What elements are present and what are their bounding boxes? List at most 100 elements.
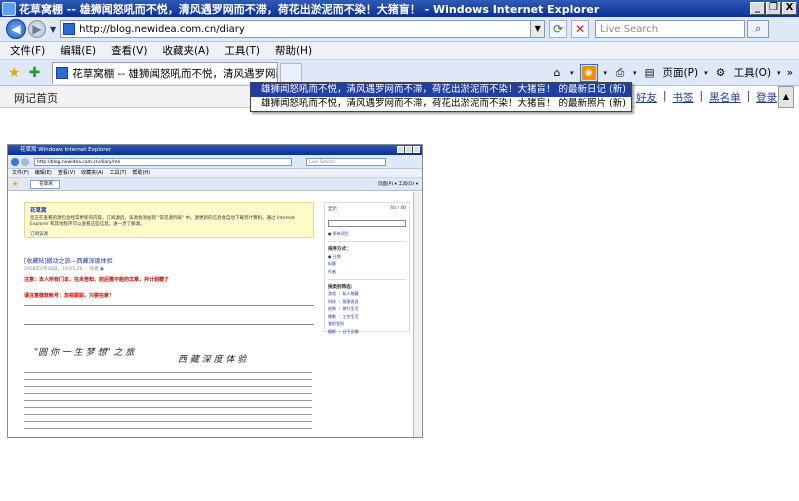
mini-address-toolbar: http://blog.newidea.com.cn/diary/me Live…	[8, 155, 422, 169]
mini-scrollbar	[413, 192, 421, 437]
address-dropdown-icon[interactable]: ▼	[530, 21, 545, 37]
mini-category-item: 游戏 ｜ 私人物藏	[328, 291, 359, 296]
new-tab-button[interactable]	[280, 62, 303, 83]
mini-category-item: 摄影 ｜ 日子文摘	[328, 328, 359, 334]
maximize-button[interactable]: ❐	[766, 2, 781, 15]
search-placeholder: Live Search	[600, 23, 659, 35]
mini-sort-option: ● 日期	[328, 253, 341, 259]
feed-preview-screenshot: 花草窝 Windows Internet Explorer http://blo…	[7, 144, 423, 438]
feed-item-diary[interactable]: 雄狮闻怒吼而不悦，清风遇罗网而不滞，荷花出淤泥而不染！大猪盲！ 的最新日记 (新…	[251, 83, 631, 97]
mini-article-heading: "圆 你 一 生 梦 想" 之 旅	[34, 348, 135, 358]
minimize-button[interactable]: _	[750, 2, 765, 15]
mini-text-line	[24, 427, 312, 429]
mini-feed-info-box: 花草窝 您正在查看的源包含经常更新的内容。订阅源后，该源会添加到 "常见源列表"…	[24, 202, 314, 238]
mini-text-line	[24, 392, 312, 394]
address-input[interactable]: http://blog.newidea.com.cn/diary ▼	[60, 20, 546, 38]
mini-subscribe-link: 订阅该源	[30, 232, 48, 237]
menu-edit[interactable]: 编辑(E)	[60, 43, 96, 58]
mini-notice-red: 注意：本人所有门本，在未告知，前后需不能的文章，并计划赠了	[24, 277, 170, 283]
mini-feed-description: 您正在查看的源包含经常更新的内容。订阅源后，该源会添加到 "常见源列表" 中。源…	[30, 216, 295, 227]
mini-menu-item: 文件(F)	[12, 170, 29, 176]
add-favorite-icon[interactable]: ✚	[29, 65, 41, 81]
mini-search-box: Live Search	[306, 157, 386, 166]
mini-feed-sidebar: 40 / 40 显示 ● 所有项目 排序方式： ● 日期 标题 作者 按类别筛选…	[324, 202, 410, 334]
home-icon[interactable]: ⌂	[550, 66, 564, 80]
mini-close-button	[413, 146, 420, 153]
tools-menu-button[interactable]: 工具(O)	[734, 65, 771, 80]
more-chevron-icon[interactable]: »	[787, 67, 793, 79]
menu-view[interactable]: 查看(V)	[111, 43, 147, 58]
mini-category-item: 科技 ｜ 随便说说	[328, 298, 359, 304]
menu-favorites[interactable]: 收藏夹(A)	[162, 43, 209, 58]
mini-all-items: ● 所有项目	[328, 231, 349, 236]
login-link[interactable]: 登录	[756, 90, 777, 105]
mini-menu-item: 工具(T)	[109, 170, 127, 176]
mini-category-item: 我的室所	[328, 321, 344, 326]
mini-divider	[24, 324, 314, 325]
tab-active[interactable]: 花草窝棚 -- 雄狮闻怒吼而不悦，清风遇罗网而不...	[52, 61, 279, 84]
mini-text-line	[24, 371, 312, 373]
feeds-dropdown-menu: 雄狮闻怒吼而不悦，清风遇罗网而不滞，荷花出淤泥而不染！大猪盲！ 的最新日记 (新…	[250, 82, 632, 112]
command-bar: ⌂ ▾ ◉ ▾ ⎙ ▾ ▤ 页面(P) ▾ ⚙ 工具(O) ▾ »	[550, 63, 793, 82]
scroll-up-button[interactable]: ▲	[778, 86, 794, 108]
mini-text-line	[24, 385, 312, 387]
stop-button[interactable]: ✕	[571, 20, 590, 38]
mini-minimize-button	[397, 146, 404, 153]
window-title: 花草窝棚 -- 雄狮闻怒吼而不悦，清风遇罗网而不滞，荷花出淤泥而不染！大猪盲！ …	[19, 2, 600, 16]
mini-text-line	[24, 420, 312, 422]
address-url[interactable]: http://blog.newidea.com.cn/diary	[79, 24, 530, 35]
ie-logo-icon	[2, 1, 16, 16]
mini-sort-option: 标题	[328, 261, 336, 266]
mini-command-bar: 页面(P) ▾ 工具(O) ▾	[377, 182, 418, 187]
mini-window-title: 花草窝 Windows Internet Explorer	[20, 147, 112, 153]
link-separator: |	[663, 90, 667, 102]
rss-icon: ◉	[581, 65, 596, 80]
home-dropdown-icon[interactable]: ▾	[570, 69, 574, 77]
print-dropdown-icon[interactable]: ▾	[633, 69, 637, 77]
favorites-star-icon[interactable]: ★	[8, 65, 21, 81]
mini-article-subheading: 西 藏 深 度 体 验	[178, 355, 247, 365]
mini-notice-red: 请注意微软帐号：忽视跟踪，只要在家！	[24, 293, 115, 299]
mini-menu-item: 帮助(H)	[132, 170, 151, 176]
mini-category-item: 经典 ｜ 旅行生活	[328, 306, 359, 311]
mini-filter-input	[328, 220, 406, 227]
address-toolbar: ◀ ▶ ▼ http://blog.newidea.com.cn/diary ▼…	[0, 17, 799, 42]
page-dropdown-icon[interactable]: ▾	[704, 69, 708, 77]
refresh-button[interactable]: ⟳	[549, 20, 568, 38]
tools-dropdown-icon[interactable]: ▾	[777, 69, 781, 77]
mini-forward-icon	[21, 157, 29, 166]
mini-divider	[24, 305, 314, 306]
tab-label: 花草窝棚 -- 雄狮闻怒吼而不悦，清风遇罗网而不...	[72, 67, 277, 80]
mini-text-line	[24, 413, 312, 415]
mini-feed-title: 花草窝	[30, 208, 47, 214]
forward-button[interactable]: ▶	[28, 20, 46, 38]
mini-sort-heading: 排序方式：	[328, 247, 351, 252]
mini-tab-bar: ★ 花草窝 页面(P) ▾ 工具(O) ▾	[8, 178, 422, 191]
mini-menu-item: 查看(V)	[57, 170, 76, 176]
menu-bar: 文件(F) 编辑(E) 查看(V) 收藏夹(A) 工具(T) 帮助(H)	[0, 42, 799, 60]
mini-article-text	[24, 366, 312, 429]
mini-text-line	[24, 406, 312, 408]
page-menu-button[interactable]: 页面(P)	[663, 65, 699, 80]
menu-help[interactable]: 帮助(H)	[275, 43, 312, 58]
mini-sidebar-divider	[328, 241, 406, 242]
history-dropdown-icon[interactable]: ▼	[50, 25, 56, 34]
site-home-link[interactable]: 网记首页	[14, 90, 58, 106]
mini-tab: 花草窝	[30, 179, 61, 189]
feeds-dropdown-icon[interactable]: ▾	[604, 69, 608, 77]
close-button[interactable]: X	[782, 2, 797, 15]
friends-link[interactable]: 好友	[636, 90, 657, 105]
blacklist-link[interactable]: 黑名单	[709, 90, 741, 105]
search-icon[interactable]: ⌕	[747, 20, 770, 38]
search-input[interactable]: Live Search	[595, 20, 746, 38]
feeds-button[interactable]: ◉	[579, 63, 598, 82]
menu-tools[interactable]: 工具(T)	[224, 43, 260, 58]
back-button[interactable]: ◀	[6, 19, 26, 39]
feed-item-photos[interactable]: 雄狮闻怒吼而不悦，清风遇罗网而不滞，荷花出淤泥而不染！大猪盲！ 的最新照片 (新…	[251, 97, 631, 111]
mini-filter-heading: 按类别筛选：	[328, 284, 355, 290]
print-icon[interactable]: ⎙	[613, 66, 627, 80]
bookmarks-link[interactable]: 书签	[673, 90, 694, 105]
menu-file[interactable]: 文件(F)	[10, 43, 45, 58]
mini-back-icon	[11, 157, 19, 166]
mini-address-url: http://blog.newidea.com.cn/diary/me	[34, 157, 292, 166]
